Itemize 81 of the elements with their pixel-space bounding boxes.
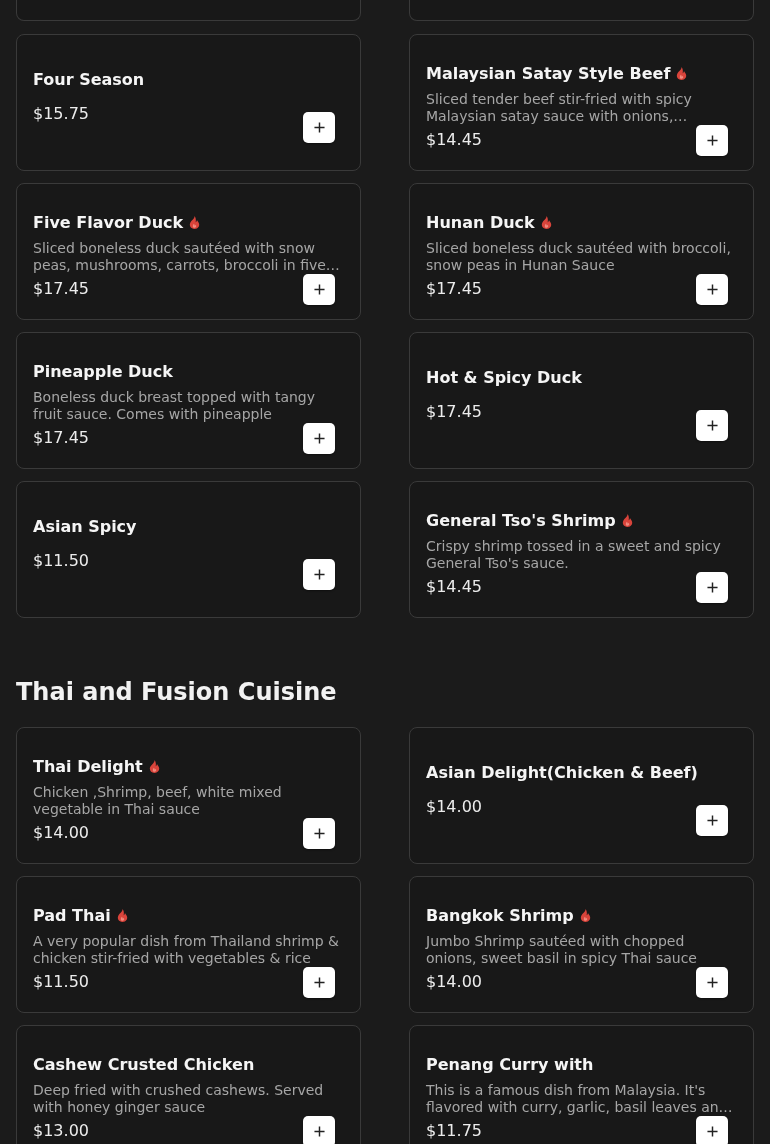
plus-icon [706,976,718,988]
dish-price: $11.50 [33,971,90,992]
menu-card[interactable]: General Tso's Shrimp Crispy shrimp tossed in a sweet and spicy General Tso's sauce. $14.45 [409,481,754,618]
menu-card[interactable]: Malaysian Satay Style Beef Sliced tender beef stir-fried with spicy Malaysian satay sauce with onions,… $14.45 [409,34,754,171]
dish-description: Boneless duck breast topped with tangy fruit sauce. Comes with pineapple [33,388,317,423]
dish-name: Thai Delight [33,756,143,777]
menu-card[interactable]: Hot & Spicy Duck $17.45 [409,332,754,469]
dish-name: Bangkok Shrimp [426,905,574,926]
dish-name: Asian Spicy [33,517,137,537]
dish-description: Sliced boneless duck sautéed with broccoli, snow peas in Hunan Sauce [426,239,732,274]
menu-card[interactable]: Cashew Crusted Chicken Deep fried with crushed cashews. Served with honey ginger sauce $13.00 [16,1025,361,1144]
plus-icon [313,1125,325,1137]
menu-card[interactable]: Bangkok Shrimp Jumbo Shrimp sautéed with chopped onions, sweet basil in spicy Thai sauce $14.00 [409,876,754,1013]
dish-name: Four Season [33,70,145,90]
add-button[interactable] [303,817,335,849]
menu-card[interactable]: Thai Delight Chicken ,Shrimp, beef, white mixed vegetable in Thai sauce $14.00 [16,727,361,864]
plus-icon [706,283,718,295]
plus-icon [706,815,718,826]
dish-name: Malaysian Satay Style Beef [426,63,671,84]
add-button[interactable] [696,805,728,836]
dish-description: Sliced tender beef stir-fried with spicy Malaysian satay sauce with onions,… [426,90,693,125]
add-button[interactable] [696,410,728,441]
plus-icon [313,976,325,988]
dish-name: Cashew Crusted Chicken [33,1054,255,1075]
add-button[interactable] [696,571,728,603]
dish-price: $14.00 [426,797,483,817]
dish-name: Hunan Duck [426,212,535,233]
menu-card[interactable]: Hunan Duck Sliced boneless duck sautéed with broccoli, snow peas in Hunan Sauce $17.45 [409,183,754,320]
dish-description: Chicken ,Shrimp, beef, white mixed vegetable in Thai sauce [33,783,283,818]
dish-price: $17.45 [426,278,483,299]
plus-icon [313,827,325,839]
plus-icon [313,122,325,133]
dish-price: $14.00 [33,822,90,843]
dish-name: Pad Thai [33,905,111,926]
dish-price: $11.50 [33,551,90,571]
dish-price: $14.45 [426,576,483,597]
dish-price: $17.45 [426,402,483,422]
plus-icon [313,569,325,580]
dish-name: Asian Delight(Chicken & Beef) [426,763,698,783]
plus-icon [706,1125,718,1137]
add-button[interactable] [696,1115,728,1144]
dish-description: Deep fried with crushed cashews. Served with honey ginger sauce [33,1081,325,1116]
dish-name: Hot & Spicy Duck [426,368,582,388]
menu-card[interactable]: Asian Spicy $11.50 [16,481,361,618]
menu-card[interactable]: Pad Thai A very popular dish from Thailand shrimp & chicken stir-fried with vegetables & rice $11.50 [16,876,361,1013]
add-button[interactable] [696,124,728,156]
dish-price: $17.45 [33,278,90,299]
menu-card[interactable]: Five Flavor Duck Sliced boneless duck sautéed with snow peas, mushrooms, carrots, broccoli in five… $17.45 [16,183,361,320]
plus-icon [313,283,325,295]
add-button[interactable] [303,422,335,454]
dish-description: A very popular dish from Thailand shrimp & chicken stir-fried with vegetables & rice [33,932,340,967]
add-button[interactable] [303,559,335,590]
dish-description: This is a famous dish from Malaysia. It's flavored with curry, garlic, basil leaves an… [426,1081,734,1116]
dish-price: $17.45 [33,427,90,448]
add-button[interactable] [303,273,335,305]
plus-icon [706,581,718,593]
dish-price: $14.45 [426,129,483,150]
plus-icon [706,420,718,431]
add-button[interactable] [303,966,335,998]
section-heading: Thai and Fusion Cuisine [16,679,338,705]
dish-price: $13.00 [33,1120,90,1141]
plus-icon [313,432,325,444]
dish-description: Crispy shrimp tossed in a sweet and spicy General Tso's sauce. [426,537,722,572]
dish-name: Five Flavor Duck [33,212,184,233]
dish-name: Pineapple Duck [33,361,173,382]
dish-description: Sliced boneless duck sautéed with snow peas, mushrooms, carrots, broccoli in five… [33,239,341,274]
plus-icon [706,134,718,146]
menu-card[interactable]: Pineapple Duck Boneless duck breast topped with tangy fruit sauce. Comes with pineapple $17.45 [16,332,361,469]
add-button[interactable] [696,966,728,998]
dish-name: Penang Curry with [426,1054,594,1075]
dish-name: General Tso's Shrimp [426,510,616,531]
dish-price: $15.75 [33,104,90,124]
add-button[interactable] [303,112,335,143]
menu-card[interactable]: Four Season $15.75 [16,34,361,171]
add-button[interactable] [696,273,728,305]
dish-price: $11.75 [426,1120,483,1141]
menu-card[interactable]: Penang Curry with This is a famous dish from Malaysia. It's flavored with curry, garlic, basil leaves an… $11.75 [409,1025,754,1144]
dish-description: Jumbo Shrimp sautéed with chopped onions, sweet basil in spicy Thai sauce [426,932,698,967]
dish-price: $14.00 [426,971,483,992]
menu-card[interactable]: Asian Delight(Chicken & Beef) $14.00 [409,727,754,864]
add-button[interactable] [303,1115,335,1144]
